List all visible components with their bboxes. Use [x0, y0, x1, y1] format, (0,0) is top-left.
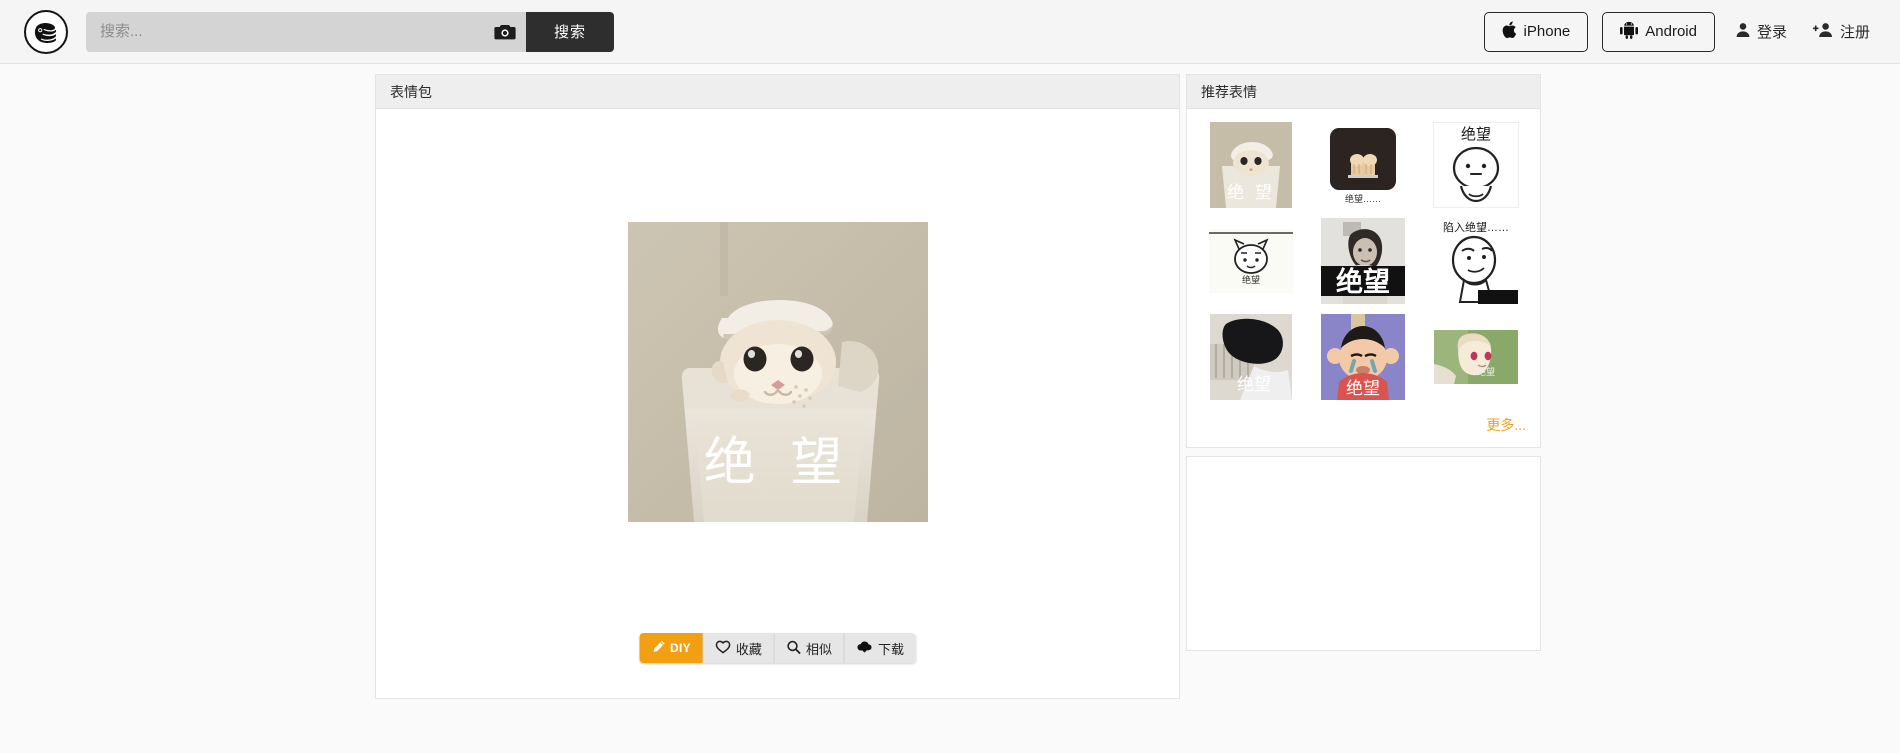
login-label: 登录 — [1756, 24, 1787, 41]
favorite-label: 收藏 — [735, 641, 762, 657]
list-item[interactable]: 绝望 — [1199, 217, 1303, 305]
search-input-wrapper — [86, 11, 526, 52]
favorite-button[interactable]: 收藏 — [703, 633, 775, 663]
thumb-caption: 陷入绝望…… — [1443, 220, 1509, 234]
emoji-pack-panel: 表情包 绝 望 DIY 收藏 相似 下载 — [375, 74, 1180, 699]
android-icon — [1620, 21, 1639, 43]
sidebar-title: 推荐表情 — [1201, 83, 1257, 100]
header-actions: iPhone Android 登录 注册 — [1483, 11, 1876, 52]
similar-label: 相似 — [805, 641, 832, 657]
thumb-caption: 绝 望 — [1227, 183, 1275, 202]
iphone-download-button[interactable]: iPhone — [1483, 11, 1589, 52]
search-input[interactable] — [86, 11, 526, 52]
list-item[interactable]: 绝望 — [1199, 313, 1303, 401]
thumb-caption: 绝望 — [1477, 366, 1495, 377]
download-button[interactable]: 下载 — [844, 633, 916, 663]
heart-icon — [716, 640, 731, 657]
diy-button[interactable]: DIY — [639, 633, 704, 663]
thumb-caption: 绝望 — [1461, 126, 1491, 143]
list-item[interactable]: 绝望 — [1311, 217, 1415, 305]
site-header: 搜索 iPhone — [0, 0, 1900, 64]
thumb-caption: 绝望 — [1237, 375, 1271, 394]
magnifier-icon — [787, 640, 801, 657]
recommended-thumbnail-grid: 绝 望 绝望…… 绝望 绝望 绝望 陷入绝望…… 绝望 绝望 绝望 — [1187, 109, 1540, 405]
register-label: 注册 — [1839, 24, 1870, 41]
emoji-pack-panel-body: 绝 望 DIY 收藏 相似 下载 — [376, 109, 1179, 698]
android-download-button[interactable]: Android — [1602, 11, 1715, 52]
thumb-caption: 绝望 — [1336, 266, 1390, 297]
main-column: 表情包 绝 望 DIY 收藏 相似 下载 — [375, 74, 1180, 707]
user-plus-icon — [1812, 22, 1834, 42]
sidebar-secondary-panel — [1186, 456, 1541, 651]
hero-image[interactable]: 绝 望 — [627, 222, 928, 522]
sidebar-column: 推荐表情 绝 望 绝望…… 绝望 绝望 绝望 陷入绝望…… 绝望 绝望 绝望 更… — [1186, 74, 1541, 659]
login-link[interactable]: 登录 — [1729, 21, 1793, 42]
list-item[interactable]: 绝望…… — [1311, 121, 1415, 209]
thumb-caption: 绝望 — [1346, 379, 1380, 398]
search-bar: 搜索 — [86, 11, 614, 52]
list-item[interactable]: 陷入绝望…… — [1424, 217, 1528, 305]
list-item[interactable]: 绝望 — [1311, 313, 1415, 401]
more-link[interactable]: 更多... — [1486, 417, 1526, 433]
emoji-pack-panel-title: 表情包 — [376, 75, 1179, 109]
page-title: 表情包 — [390, 83, 432, 100]
similar-button[interactable]: 相似 — [774, 633, 845, 663]
recommended-emoji-panel-title: 推荐表情 — [1187, 75, 1540, 109]
image-action-toolbar: DIY 收藏 相似 下载 — [639, 633, 916, 663]
thumb-caption: 绝望 — [1242, 274, 1260, 285]
thumb-caption: 绝望…… — [1345, 193, 1381, 204]
user-icon — [1735, 22, 1751, 42]
page-body: 表情包 绝 望 DIY 收藏 相似 下载 推荐表情 绝 望 绝望…… 绝望 绝望… — [0, 64, 1900, 753]
apple-icon — [1502, 21, 1517, 43]
search-button[interactable]: 搜索 — [526, 11, 614, 52]
recommended-emoji-panel: 推荐表情 绝 望 绝望…… 绝望 绝望 绝望 陷入绝望…… 绝望 绝望 绝望 更… — [1186, 74, 1541, 448]
more-row: 更多... — [1187, 405, 1540, 447]
android-label: Android — [1645, 23, 1697, 40]
pencil-icon — [651, 640, 665, 657]
list-item[interactable]: 绝 望 — [1199, 121, 1303, 209]
list-item[interactable]: 绝望 — [1424, 313, 1528, 401]
diy-label: DIY — [670, 641, 691, 655]
svg-text:绝 望: 绝 望 — [703, 434, 851, 492]
doutu-logo-icon[interactable] — [24, 9, 68, 54]
iphone-label: iPhone — [1523, 23, 1571, 40]
download-cloud-icon — [857, 640, 873, 657]
list-item[interactable]: 绝望 — [1424, 121, 1528, 209]
register-link[interactable]: 注册 — [1807, 21, 1876, 42]
camera-icon[interactable] — [492, 21, 518, 43]
download-label: 下载 — [877, 641, 904, 657]
